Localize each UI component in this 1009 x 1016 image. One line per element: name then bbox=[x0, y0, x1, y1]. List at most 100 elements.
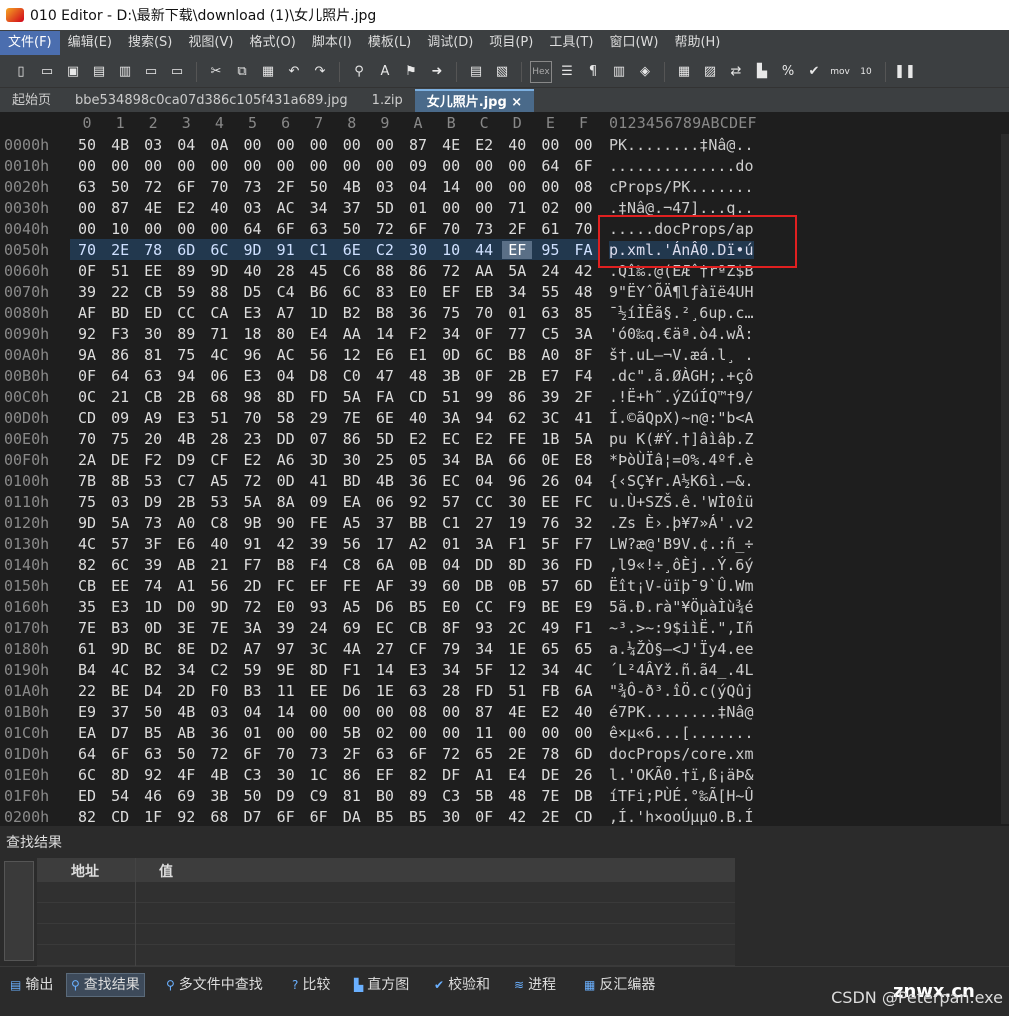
hex-byte[interactable]: D9 bbox=[271, 787, 301, 805]
ascii-text[interactable]: íTFi;PÙÉ.°‰Ã[H~Û bbox=[609, 787, 754, 805]
hex-byte[interactable]: 75 bbox=[171, 346, 201, 364]
hex-byte[interactable]: 36 bbox=[204, 724, 234, 742]
ascii-text[interactable]: Í.©ãQpX)~n@:"b<A bbox=[609, 409, 754, 427]
hex-byte[interactable]: 70 bbox=[238, 409, 268, 427]
hex-byte[interactable]: 00 bbox=[138, 220, 168, 238]
hex-byte[interactable]: DD bbox=[469, 556, 499, 574]
hex-byte[interactable]: 91 bbox=[271, 241, 301, 259]
hex-byte[interactable]: 51 bbox=[105, 262, 135, 280]
goto-icon[interactable]: ➜ bbox=[426, 61, 448, 83]
hex-byte[interactable]: 21 bbox=[204, 556, 234, 574]
hex-byte[interactable]: D8 bbox=[304, 367, 334, 385]
hex-byte[interactable]: 6C bbox=[72, 766, 102, 784]
hex-byte[interactable]: 93 bbox=[469, 619, 499, 637]
hex-byte[interactable]: 9E bbox=[271, 661, 301, 679]
hex-byte[interactable]: D2 bbox=[204, 640, 234, 658]
hex-byte[interactable]: 45 bbox=[304, 262, 334, 280]
hex-byte[interactable]: 00 bbox=[204, 157, 234, 175]
hex-byte[interactable]: FE bbox=[337, 577, 367, 595]
hex-byte[interactable]: 71 bbox=[204, 325, 234, 343]
hex-byte[interactable]: 73 bbox=[304, 745, 334, 763]
hex-byte[interactable]: CD bbox=[403, 388, 433, 406]
hex-byte[interactable]: 6F bbox=[171, 178, 201, 196]
hex-byte[interactable]: E6 bbox=[370, 346, 400, 364]
hex-byte[interactable]: 23 bbox=[238, 430, 268, 448]
hex-byte[interactable]: 56 bbox=[337, 535, 367, 553]
hex-byte[interactable]: 63 bbox=[304, 220, 334, 238]
hex-byte[interactable]: 8D bbox=[105, 766, 135, 784]
hex-byte[interactable]: 96 bbox=[238, 346, 268, 364]
hex-byte[interactable]: 66 bbox=[502, 451, 532, 469]
ascii-text[interactable]: "¾Ô-ð³.îÖ.c(ýQûj bbox=[609, 682, 754, 700]
menu-item[interactable]: 调试(D) bbox=[419, 31, 481, 55]
hex-byte[interactable]: 72 bbox=[436, 262, 466, 280]
hex-byte[interactable]: 8D bbox=[304, 661, 334, 679]
bottom-tab[interactable]: ✔ 校验和 bbox=[430, 973, 494, 997]
hex-byte[interactable]: C7 bbox=[171, 472, 201, 490]
hex-byte[interactable]: 0F bbox=[72, 367, 102, 385]
hex-byte[interactable]: CC bbox=[171, 304, 201, 322]
hex-byte[interactable]: 28 bbox=[204, 430, 234, 448]
hex-byte[interactable]: 6D bbox=[171, 241, 201, 259]
hex-byte[interactable]: B0 bbox=[370, 787, 400, 805]
hex-byte[interactable]: 86 bbox=[337, 766, 367, 784]
hex-byte[interactable]: 1C bbox=[304, 766, 334, 784]
hex-byte[interactable]: 92 bbox=[72, 325, 102, 343]
hex-byte[interactable]: 69 bbox=[171, 787, 201, 805]
hex-byte[interactable]: 2A bbox=[72, 451, 102, 469]
hex-byte[interactable]: 04 bbox=[569, 472, 599, 490]
hex-byte[interactable]: 72 bbox=[370, 220, 400, 238]
hex-byte[interactable]: 00 bbox=[72, 220, 102, 238]
hex-byte[interactable]: 39 bbox=[271, 619, 301, 637]
hex-byte[interactable]: CB bbox=[72, 577, 102, 595]
hex-byte[interactable]: 72 bbox=[436, 745, 466, 763]
hex-byte[interactable]: 86 bbox=[403, 262, 433, 280]
hex-byte[interactable]: BE bbox=[105, 682, 135, 700]
hex-byte[interactable]: 8E bbox=[171, 640, 201, 658]
hex-byte[interactable]: A7 bbox=[238, 640, 268, 658]
hex-byte[interactable]: D9 bbox=[171, 451, 201, 469]
hex-byte[interactable]: 5B bbox=[469, 787, 499, 805]
hex-byte[interactable]: E6 bbox=[171, 535, 201, 553]
hex-byte[interactable]: 2C bbox=[502, 619, 532, 637]
hex-byte[interactable]: 00 bbox=[370, 157, 400, 175]
hex-byte[interactable]: FB bbox=[535, 682, 565, 700]
hex-byte[interactable]: 73 bbox=[238, 178, 268, 196]
hex-byte[interactable]: 87 bbox=[105, 199, 135, 217]
hex-byte[interactable]: 46 bbox=[138, 787, 168, 805]
save-icon[interactable]: ▣ bbox=[62, 61, 84, 83]
hex-byte[interactable]: F7 bbox=[569, 535, 599, 553]
open-project-icon[interactable]: ▭ bbox=[166, 61, 188, 83]
hex-byte[interactable]: 40 bbox=[204, 199, 234, 217]
hex-byte[interactable]: E1 bbox=[403, 346, 433, 364]
hex-byte[interactable]: EC bbox=[436, 472, 466, 490]
hex-byte[interactable]: 02 bbox=[535, 199, 565, 217]
hex-byte[interactable]: E3 bbox=[403, 661, 433, 679]
hex-byte[interactable]: 7E bbox=[535, 787, 565, 805]
menu-item[interactable]: 窗口(W) bbox=[601, 31, 666, 55]
hex-byte[interactable]: C6 bbox=[337, 262, 367, 280]
hex-byte[interactable]: 39 bbox=[403, 577, 433, 595]
hex-byte[interactable]: A2 bbox=[403, 535, 433, 553]
hex-byte[interactable]: 7B bbox=[72, 472, 102, 490]
hex-byte[interactable]: 63 bbox=[72, 178, 102, 196]
hex-byte[interactable]: 4B bbox=[171, 430, 201, 448]
calculator-icon[interactable]: ▦ bbox=[673, 61, 695, 83]
hex-byte[interactable]: 3C bbox=[304, 640, 334, 658]
hex-byte[interactable]: 41 bbox=[569, 409, 599, 427]
hex-byte[interactable]: 95 bbox=[535, 241, 565, 259]
hex-byte[interactable]: 00 bbox=[337, 136, 367, 154]
hex-byte[interactable]: EF bbox=[304, 577, 334, 595]
hex-byte[interactable]: 01 bbox=[502, 304, 532, 322]
hex-byte[interactable]: 17 bbox=[370, 535, 400, 553]
hex-byte[interactable]: 59 bbox=[171, 283, 201, 301]
file-tab[interactable]: 起始页 bbox=[0, 89, 63, 112]
hex-byte[interactable]: 86 bbox=[105, 346, 135, 364]
hex-byte[interactable]: 0A bbox=[204, 136, 234, 154]
hex-byte[interactable]: E4 bbox=[502, 766, 532, 784]
hex-byte[interactable]: CB bbox=[138, 283, 168, 301]
hex-byte[interactable]: 69 bbox=[337, 619, 367, 637]
hex-byte[interactable]: DE bbox=[105, 451, 135, 469]
copy-icon[interactable]: ⧉ bbox=[231, 61, 253, 83]
hex-byte[interactable]: 56 bbox=[204, 577, 234, 595]
